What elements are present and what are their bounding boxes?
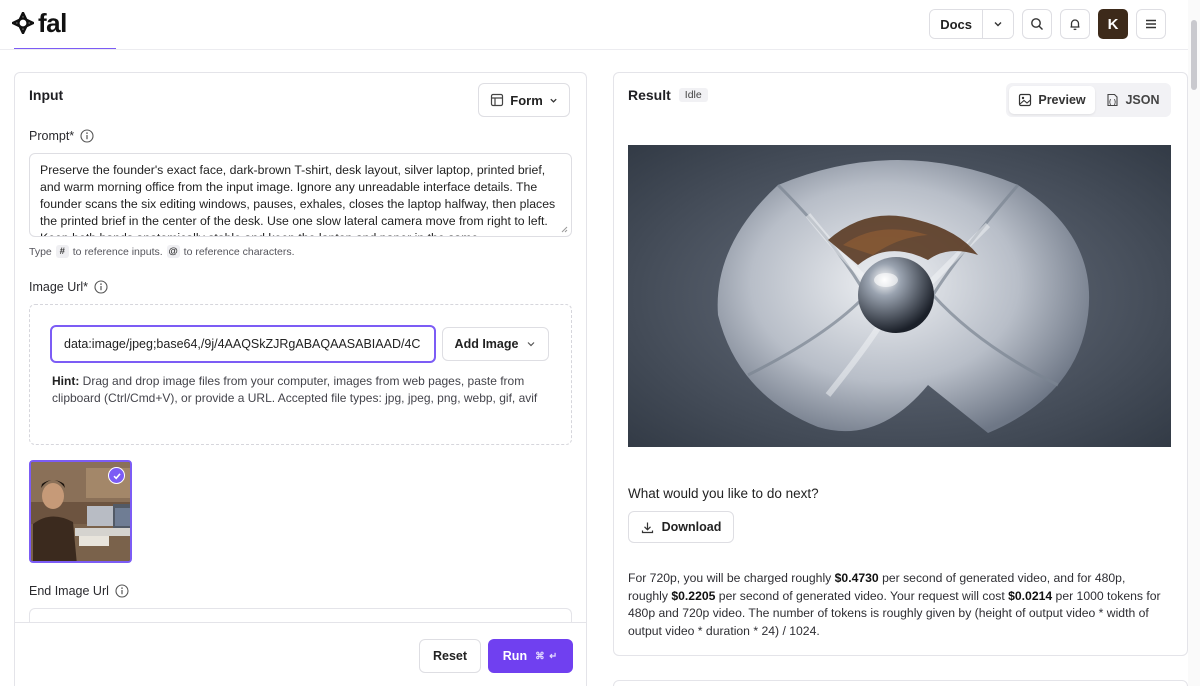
video-preview[interactable] <box>628 145 1171 447</box>
info-icon[interactable] <box>115 584 129 598</box>
download-icon <box>641 522 653 533</box>
json-tab-label: JSON <box>1125 93 1160 107</box>
next-steps-title: What would you like to do next? <box>628 486 819 501</box>
end-image-url-label-text: End Image Url <box>29 584 109 598</box>
chevron-down-icon <box>550 98 557 103</box>
prompt-value: Preserve the founder's exact face, dark-… <box>40 163 556 236</box>
fal-logo-icon <box>12 12 34 34</box>
pricing-info: For 720p, you will be charged roughly $0… <box>628 570 1168 640</box>
action-bar: Reset Run ⌘ ↵ <box>15 622 586 686</box>
result-header: Result Idle <box>628 87 708 103</box>
search-icon <box>1031 18 1043 30</box>
hint-mid-text: to reference inputs. <box>72 245 163 258</box>
at-key-badge: @ <box>166 245 180 258</box>
json-file-icon <box>1107 93 1119 107</box>
bell-icon <box>1070 19 1080 31</box>
image-hint: Hint: Drag and drop image files from you… <box>52 373 552 407</box>
run-label: Run <box>502 649 528 663</box>
download-label: Download <box>661 520 722 534</box>
docs-dropdown-button[interactable] <box>983 10 1013 38</box>
run-shortcut: ⌘ ↵ <box>535 650 559 662</box>
image-url-input[interactable]: data:image/jpeg;base64,/9j/4AAQSkZJRgABA… <box>50 325 436 363</box>
top-bar: fal Docs K <box>0 0 1188 48</box>
run-button[interactable]: Run ⌘ ↵ <box>488 639 573 673</box>
input-panel: Input Form Prompt* Preserve the founder'… <box>14 72 587 686</box>
form-button-label: Form <box>510 92 543 108</box>
scrollbar-thumb[interactable] <box>1191 20 1197 90</box>
add-image-label: Add Image <box>454 337 519 351</box>
fal-logo[interactable]: fal <box>12 10 67 36</box>
view-toggle: Preview JSON <box>1006 83 1171 117</box>
prompt-hint: Type # to reference inputs. @ to referen… <box>29 245 295 258</box>
input-title: Input <box>29 87 64 103</box>
prompt-textarea[interactable]: Preserve the founder's exact face, dark-… <box>29 153 572 237</box>
download-button[interactable]: Download <box>628 511 734 543</box>
next-panel-edge <box>613 680 1188 686</box>
hint-label: Hint: <box>52 374 80 388</box>
notifications-button[interactable] <box>1060 9 1090 39</box>
hint-end-text: to reference characters. <box>183 245 295 258</box>
menu-icon <box>1146 19 1156 29</box>
end-image-url-label: End Image Url <box>29 584 129 598</box>
form-layout-icon <box>491 93 504 107</box>
price-480p: $0.2205 <box>671 588 716 603</box>
preview-tab-label: Preview <box>1038 93 1086 107</box>
logo-text: fal <box>38 8 67 38</box>
image-url-label: Image Url* <box>29 280 108 294</box>
info-icon[interactable] <box>94 280 108 294</box>
header-divider <box>0 49 1188 50</box>
preview-frame <box>628 145 1171 447</box>
pricing-text-1: For 720p, you will be charged roughly <box>628 571 835 585</box>
page-scrollbar[interactable] <box>1188 0 1200 686</box>
image-dropzone[interactable]: data:image/jpeg;base64,/9j/4AAQSkZJRgABA… <box>29 304 572 445</box>
info-icon[interactable] <box>80 129 94 143</box>
docs-button[interactable]: Docs <box>930 10 983 38</box>
result-panel: Result Idle Preview JSON What would you … <box>613 72 1188 656</box>
form-view-button[interactable]: Form <box>478 83 570 117</box>
hint-body: Drag and drop image files from your comp… <box>52 374 538 405</box>
search-button[interactable] <box>1022 9 1052 39</box>
json-tab[interactable]: JSON <box>1098 86 1168 114</box>
price-720p: $0.4730 <box>834 571 879 585</box>
prompt-label-text: Prompt* <box>29 129 75 143</box>
user-avatar[interactable]: K <box>1098 9 1128 39</box>
image-icon <box>1019 93 1032 107</box>
top-right-actions: Docs K <box>929 9 1166 39</box>
check-icon <box>112 472 121 479</box>
pricing-text-3: per second of generated video. Your requ… <box>715 588 1009 603</box>
chevron-down-icon <box>528 342 535 347</box>
price-per-token: $0.0214 <box>1008 588 1053 603</box>
reset-button[interactable]: Reset <box>419 639 481 673</box>
image-url-label-text: Image Url* <box>29 280 89 294</box>
prompt-label: Prompt* <box>29 129 94 143</box>
hash-key-badge: # <box>55 245 69 258</box>
status-badge: Idle <box>678 88 708 102</box>
selected-check-badge <box>108 467 125 484</box>
result-title: Result <box>628 87 671 103</box>
add-image-button[interactable]: Add Image <box>442 327 549 361</box>
preview-tab[interactable]: Preview <box>1009 86 1095 114</box>
docs-group: Docs <box>929 9 1014 39</box>
resize-grip-icon[interactable] <box>560 225 568 233</box>
chevron-down-icon <box>994 22 1002 27</box>
menu-button[interactable] <box>1136 9 1166 39</box>
hint-type-text: Type <box>29 245 52 258</box>
image-thumbnail[interactable] <box>29 460 132 563</box>
